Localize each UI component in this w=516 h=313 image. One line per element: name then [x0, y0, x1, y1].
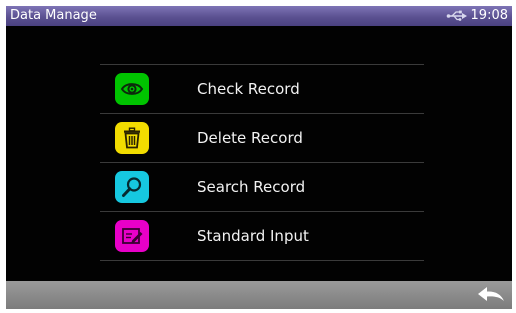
screen-title: Data Manage	[10, 8, 97, 23]
magnifier-icon	[122, 177, 142, 197]
trash-icon	[124, 127, 140, 149]
menu-item-check-record[interactable]: Check Record	[100, 65, 424, 114]
check-record-button-icon[interactable]	[115, 73, 149, 105]
clock-time: 19:08	[470, 8, 508, 23]
menu-item-search-record[interactable]: Search Record	[100, 163, 424, 212]
search-record-button-icon[interactable]	[115, 171, 149, 203]
delete-record-button-icon[interactable]	[115, 122, 149, 154]
eye-icon	[120, 83, 144, 95]
usb-icon	[446, 10, 467, 21]
status-indicators: 19:08	[446, 8, 508, 24]
back-button[interactable]	[474, 283, 508, 307]
data-manage-menu: Check Record Delete Record Search Record…	[100, 64, 424, 261]
menu-item-delete-record[interactable]: Delete Record	[100, 114, 424, 163]
bottom-bar	[6, 281, 512, 309]
menu-item-label: Standard Input	[197, 227, 309, 245]
menu-item-standard-input[interactable]: Standard Input	[100, 212, 424, 261]
status-bar: Data Manage 19:08	[6, 6, 512, 26]
edit-icon	[122, 228, 143, 244]
device-screen: Data Manage 19:08 Check Record Delete Re…	[6, 6, 512, 309]
standard-input-button-icon[interactable]	[115, 220, 149, 252]
menu-item-label: Delete Record	[197, 129, 303, 147]
back-arrow-icon	[478, 287, 504, 301]
menu-item-label: Check Record	[197, 80, 300, 98]
menu-item-label: Search Record	[197, 178, 306, 196]
